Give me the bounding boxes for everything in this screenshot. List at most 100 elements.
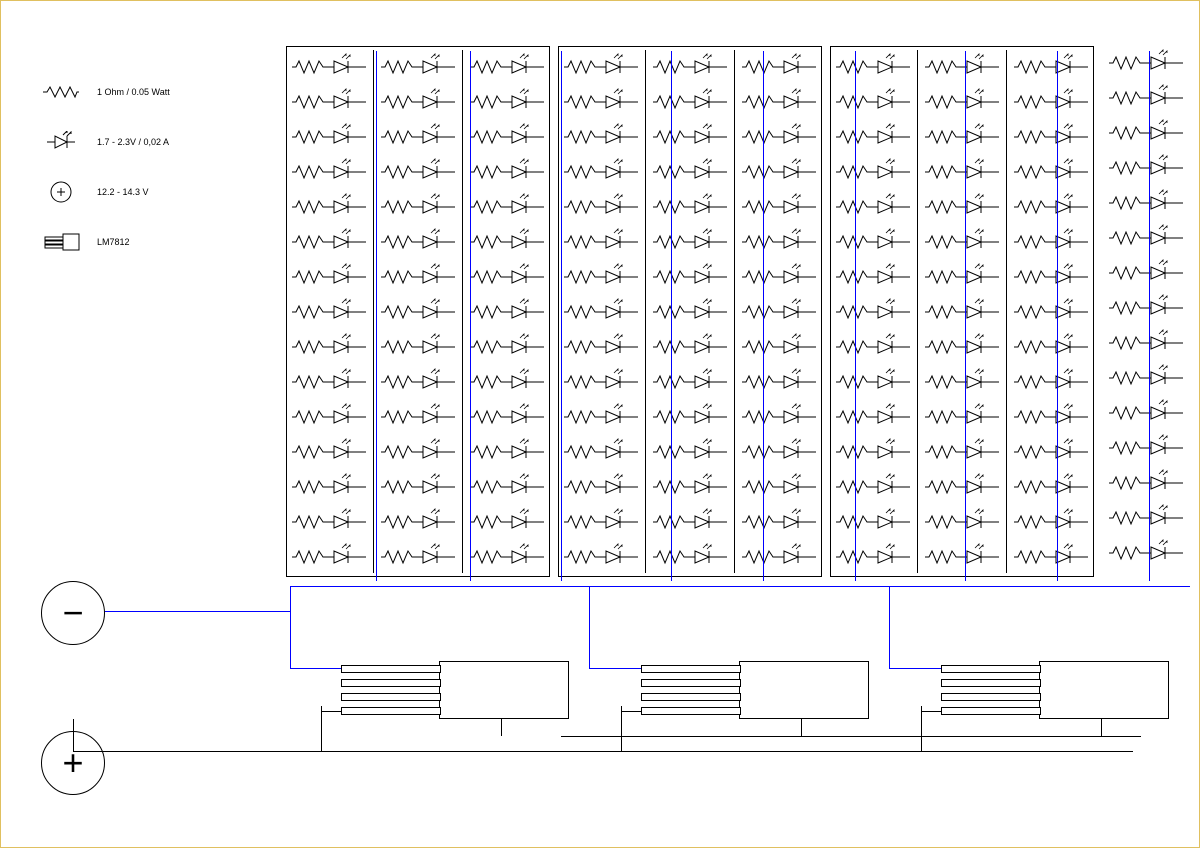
led-resistor-cell [561, 225, 641, 258]
legend-led: 1.7 - 2.3V / 0,02 A [41, 131, 170, 153]
led-resistor-cell [739, 365, 819, 398]
led-resistor-cell [739, 85, 819, 118]
led-resistor-cell [467, 120, 547, 153]
led-resistor-cell [289, 295, 369, 328]
led-resistor-cell [1011, 295, 1091, 328]
led-resistor-cell [378, 505, 458, 538]
led-resistor-cell [739, 505, 819, 538]
wire-group1-out-h [290, 668, 341, 669]
regulator-2-pin3 [641, 693, 741, 701]
panel-group-3 [830, 46, 1094, 577]
led-resistor-cell [650, 295, 730, 328]
legend-resistor: 1 Ohm / 0.05 Watt [41, 81, 170, 103]
led-resistor-cell [467, 400, 547, 433]
led-resistor-cell [467, 50, 547, 83]
led-resistor-cell [1106, 81, 1186, 114]
led-resistor-cell [467, 225, 547, 258]
led-resistor-cell [467, 260, 547, 293]
rail-g1-c3 [561, 51, 562, 581]
led-resistor-cell [1106, 221, 1186, 254]
led-resistor-cell [561, 85, 641, 118]
led-resistor-cell [1106, 186, 1186, 219]
wire-neg-panel-bottom [290, 586, 1190, 587]
wire-group3-out-v [889, 586, 890, 668]
led-resistor-cell [467, 85, 547, 118]
wire-reg-bottom [561, 736, 1141, 737]
legend-source-label: 12.2 - 14.3 V [97, 187, 149, 197]
led-resistor-cell [378, 50, 458, 83]
led-resistor-cell [739, 190, 819, 223]
wire-reg1-v [321, 706, 322, 751]
wire-neg-h [105, 611, 290, 612]
column [378, 50, 463, 573]
led-resistor-cell [922, 400, 1002, 433]
column-extra [1106, 46, 1186, 577]
minus-icon: − [62, 595, 83, 631]
column [833, 50, 918, 573]
led-resistor-cell [833, 85, 913, 118]
led-resistor-cell [378, 400, 458, 433]
led-resistor-cell [650, 50, 730, 83]
led-resistor-cell [922, 470, 1002, 503]
led-resistor-cell [378, 120, 458, 153]
led-resistor-cell [739, 330, 819, 363]
led-resistor-cell [1106, 396, 1186, 429]
led-resistor-cell [922, 295, 1002, 328]
regulator-2-pin2 [641, 679, 741, 687]
led-resistor-cell [289, 225, 369, 258]
regulator-icon [41, 231, 81, 253]
rail-g3-c3 [1149, 51, 1150, 581]
led-resistor-cell [833, 365, 913, 398]
led-resistor-cell [378, 225, 458, 258]
led-resistor-cell [467, 295, 547, 328]
led-resistor-cell [289, 260, 369, 293]
regulator-3-pin3 [941, 693, 1041, 701]
column [289, 50, 374, 573]
led-resistor-cell [378, 365, 458, 398]
led-resistor-cell [650, 400, 730, 433]
led-resistor-cell [378, 435, 458, 468]
negative-terminal: − [41, 581, 105, 645]
led-resistor-cell [833, 190, 913, 223]
led-resistor-cell [1011, 435, 1091, 468]
regulator-1 [439, 661, 569, 719]
led-resistor-cell [289, 330, 369, 363]
led-resistor-cell [1106, 291, 1186, 324]
led-resistor-cell [650, 330, 730, 363]
column [739, 50, 819, 573]
led-resistor-cell [922, 50, 1002, 83]
legend-led-label: 1.7 - 2.3V / 0,02 A [97, 137, 169, 147]
led-resistor-cell [833, 470, 913, 503]
led-resistor-cell [1011, 365, 1091, 398]
led-resistor-cell [378, 470, 458, 503]
led-resistor-cell [922, 540, 1002, 573]
led-resistor-cell [833, 155, 913, 188]
panel-group-2 [558, 46, 822, 577]
rail-g2-c3 [855, 51, 856, 581]
led-resistor-cell [739, 470, 819, 503]
led-resistor-cell [289, 155, 369, 188]
led-resistor-cell [467, 155, 547, 188]
wire-group1-out-v [290, 586, 291, 668]
panel-group-1 [286, 46, 550, 577]
led-resistor-cell [1011, 155, 1091, 188]
wire-reg2-h [621, 711, 641, 712]
led-resistor-cell [1106, 326, 1186, 359]
led-resistor-cell [922, 225, 1002, 258]
panel-grid [286, 46, 1186, 577]
led-resistor-cell [650, 120, 730, 153]
rail-g2-c2 [763, 51, 764, 581]
led-resistor-cell [650, 260, 730, 293]
led-resistor-cell [561, 50, 641, 83]
rail-g2-c1 [671, 51, 672, 581]
schematic-canvas: 1 Ohm / 0.05 Watt 1.7 - 2.3V / 0,02 A 12… [0, 0, 1200, 848]
wire-reg3-v [921, 706, 922, 751]
led-resistor-cell [561, 365, 641, 398]
led-resistor-cell [289, 435, 369, 468]
led-resistor-cell [1011, 470, 1091, 503]
led-resistor-cell [1106, 116, 1186, 149]
wire-reg1-h [321, 711, 341, 712]
led-resistor-cell [561, 190, 641, 223]
led-resistor-cell [378, 260, 458, 293]
led-resistor-cell [739, 540, 819, 573]
